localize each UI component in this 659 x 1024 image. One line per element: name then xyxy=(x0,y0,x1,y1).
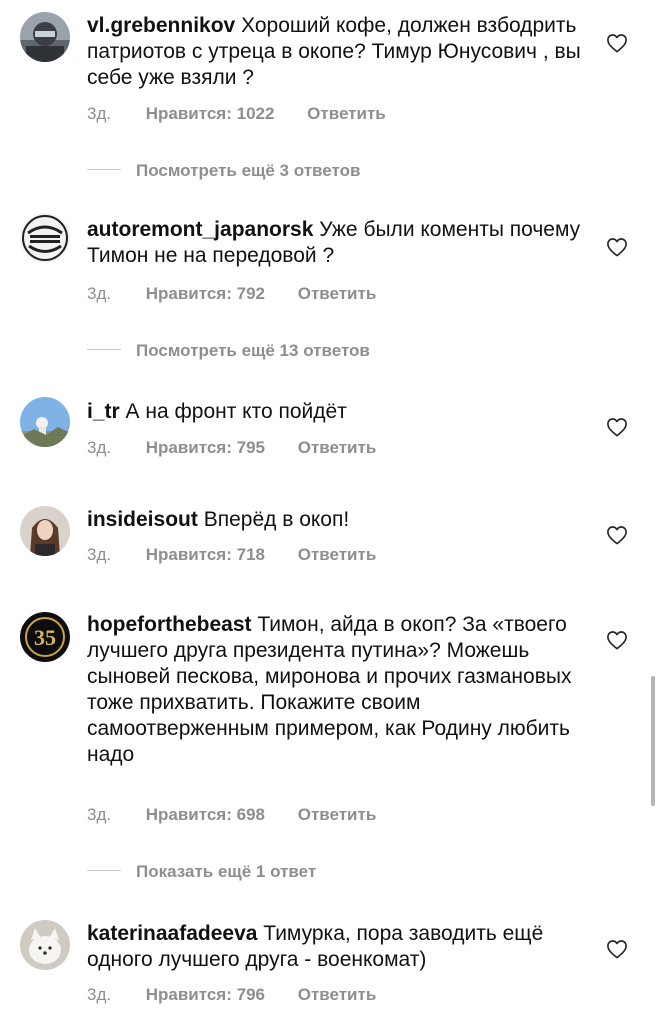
comment-likes[interactable]: Нравится: 795 xyxy=(146,438,265,458)
view-replies-label: Посмотреть ещё 3 ответов xyxy=(136,161,361,180)
reply-button[interactable]: Ответить xyxy=(298,284,377,304)
comment-meta: 3д. Нравится: 718 Ответить xyxy=(87,545,376,565)
reply-button[interactable]: Ответить xyxy=(298,985,377,1005)
avatar[interactable] xyxy=(20,506,70,556)
comment-text: hopeforthebeast Тимон, айда в окоп? За «… xyxy=(87,612,587,768)
like-heart-icon[interactable] xyxy=(606,939,628,959)
comment-time: 3д. xyxy=(87,104,112,123)
view-replies-label: Показать ещё 1 ответ xyxy=(136,862,317,881)
comment-likes[interactable]: Нравится: 1022 xyxy=(146,104,275,124)
comment-likes[interactable]: Нравится: 718 xyxy=(146,545,265,565)
comment-meta: 3д. Нравится: 796 Ответить xyxy=(87,985,376,1005)
comment-likes[interactable]: Нравится: 698 xyxy=(146,805,265,825)
avatar[interactable] xyxy=(20,397,70,447)
like-heart-icon[interactable] xyxy=(606,525,628,545)
comment-body: А на фронт кто пойдёт xyxy=(125,400,347,423)
comment-time: 3д. xyxy=(87,805,112,824)
comment-text: katerinaafadeeva Тимурка, пора заводить … xyxy=(87,921,587,973)
reply-button[interactable]: Ответить xyxy=(298,545,377,565)
avatar-35-logo: 35 xyxy=(20,612,70,662)
reply-button[interactable]: Ответить xyxy=(298,805,377,825)
view-replies-label: Посмотреть ещё 13 ответов xyxy=(136,341,370,360)
comment-meta: 3д. Нравится: 792 Ответить xyxy=(87,284,376,304)
comment-meta: 3д. Нравится: 698 Ответить xyxy=(87,805,376,825)
replies-divider xyxy=(87,870,121,872)
comment-text: insideisout Вперёд в окоп! xyxy=(87,507,587,533)
like-heart-icon[interactable] xyxy=(606,33,628,53)
replies-divider xyxy=(87,349,121,351)
comment-username[interactable]: i_tr xyxy=(87,400,120,423)
reply-button[interactable]: Ответить xyxy=(298,438,377,458)
avatar-woman-photo xyxy=(20,506,70,556)
comment-text: i_tr А на фронт кто пойдёт xyxy=(87,399,587,425)
comment-time: 3д. xyxy=(87,438,112,457)
like-heart-icon[interactable] xyxy=(606,417,628,437)
comment-likes[interactable]: Нравится: 792 xyxy=(146,284,265,304)
svg-text:35: 35 xyxy=(34,625,56,650)
comment-meta: 3д. Нравится: 1022 Ответить xyxy=(87,104,386,124)
avatar-white-dog-photo xyxy=(20,920,70,970)
comment-time: 3д. xyxy=(87,985,112,1004)
comment-username[interactable]: vl.grebennikov xyxy=(87,14,235,37)
comment-text: autoremont_japanorsk Уже были коменты по… xyxy=(87,217,587,269)
avatar-japan-emblem xyxy=(20,213,70,263)
comment-username[interactable]: autoremont_japanorsk xyxy=(87,218,313,241)
comment-time: 3д. xyxy=(87,284,112,303)
comment-username[interactable]: katerinaafadeeva xyxy=(87,922,257,945)
comment-meta: 3д. Нравится: 795 Ответить xyxy=(87,438,376,458)
avatar[interactable] xyxy=(20,920,70,970)
comment-body: Вперёд в окоп! xyxy=(203,508,350,531)
view-replies-button[interactable]: Показать ещё 1 ответ xyxy=(87,862,316,886)
avatar-sky-photo xyxy=(20,397,70,447)
view-replies-button[interactable]: Посмотреть ещё 3 ответов xyxy=(87,161,360,185)
avatar[interactable] xyxy=(20,12,70,62)
avatar-helmet-photo xyxy=(20,12,70,62)
comment-username[interactable]: insideisout xyxy=(87,508,198,531)
avatar[interactable]: 35 xyxy=(20,612,70,662)
comment-likes[interactable]: Нравится: 796 xyxy=(146,985,265,1005)
avatar[interactable] xyxy=(20,213,70,263)
reply-button[interactable]: Ответить xyxy=(307,104,386,124)
view-replies-button[interactable]: Посмотреть ещё 13 ответов xyxy=(87,341,370,365)
like-heart-icon[interactable] xyxy=(606,630,628,650)
comment-username[interactable]: hopeforthebeast xyxy=(87,613,252,636)
scrollbar[interactable] xyxy=(651,676,655,806)
comment-time: 3д. xyxy=(87,545,112,564)
replies-divider xyxy=(87,169,121,171)
like-heart-icon[interactable] xyxy=(606,237,628,257)
comment-text: vl.grebennikov Хороший кофе, должен взбо… xyxy=(87,13,587,91)
